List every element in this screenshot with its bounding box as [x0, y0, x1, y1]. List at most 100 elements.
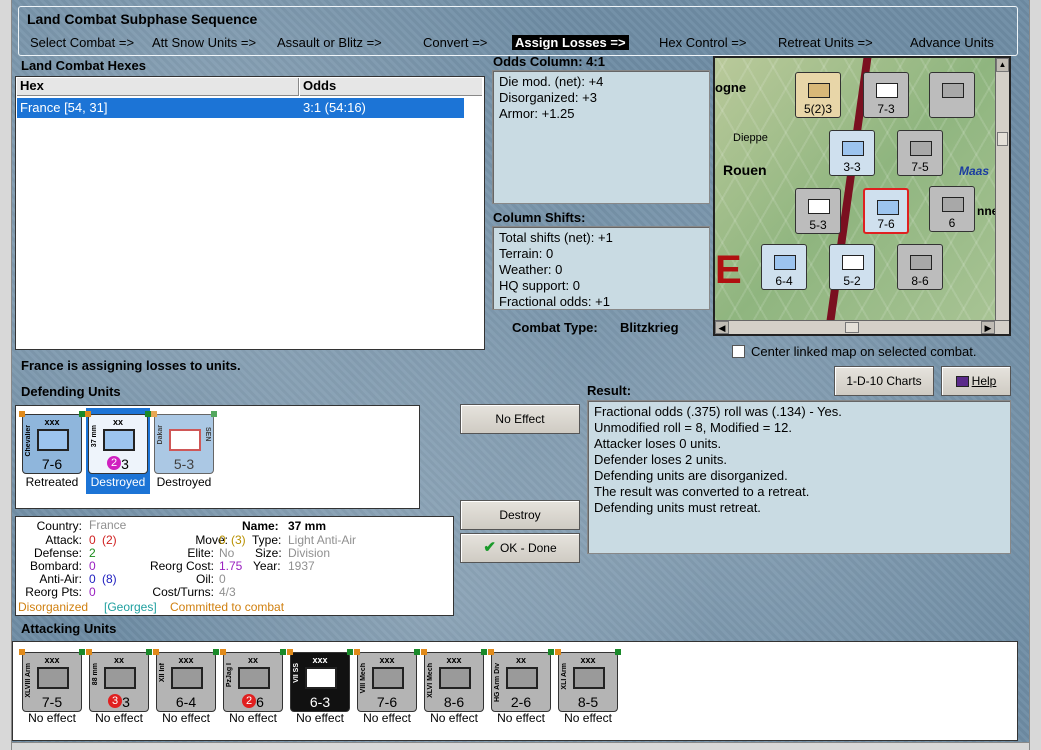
- map-unit[interactable]: 7-5: [897, 130, 943, 176]
- vscroll-thumb[interactable]: [997, 132, 1008, 146]
- subphase-step[interactable]: Assign Losses =>: [512, 35, 629, 50]
- unit-status: No effect: [363, 711, 411, 725]
- unit-counter[interactable]: Dakar SEN 5-3: [151, 411, 217, 474]
- scroll-up-arrow[interactable]: ▲: [996, 58, 1009, 72]
- unit-type-symbol: [37, 429, 69, 451]
- result-title: Result:: [587, 383, 632, 398]
- map-unit[interactable]: 3-3: [829, 130, 875, 176]
- hex-col-header[interactable]: Hex: [17, 78, 299, 96]
- unit-type-symbol: [103, 429, 135, 451]
- subphase-step[interactable]: Hex Control =>: [656, 35, 749, 50]
- unit-name: XLI Arm: [561, 663, 568, 690]
- subphase-step[interactable]: Advance Units: [907, 35, 997, 50]
- map-unit[interactable]: 6: [929, 186, 975, 232]
- attacking-title: Attacking Units: [21, 621, 117, 636]
- unit-counter[interactable]: xx PzJag I62: [220, 649, 286, 712]
- odds-col-header[interactable]: Odds: [300, 78, 482, 96]
- reorg-cost-label: Reorg Cost:: [149, 559, 214, 573]
- unit-strength: 8-6: [443, 694, 465, 710]
- shift-line: Total shifts (net): +1: [499, 230, 613, 245]
- unit-counter[interactable]: xxx XLVIII Arm 7-5: [19, 649, 85, 712]
- unit-name: VII SS: [293, 663, 300, 683]
- scroll-thumb[interactable]: [845, 322, 859, 333]
- year-label: Year:: [253, 559, 281, 573]
- unit-name: Dakar: [157, 425, 164, 445]
- map-unit[interactable]: 7-3: [863, 72, 909, 118]
- attack-label: Attack:: [45, 533, 82, 547]
- odds-line: Die mod. (net): +4: [499, 74, 604, 89]
- map-unit[interactable]: 5-3: [795, 188, 841, 234]
- help-label: Help: [971, 374, 997, 388]
- map-unit[interactable]: [929, 72, 975, 118]
- unit-counter[interactable]: xx HG Arm Div 2-6: [488, 649, 554, 712]
- subphase-steps: Select Combat => Att Snow Units => Assault…: [27, 35, 1017, 53]
- subphase-step[interactable]: Select Combat =>: [27, 35, 137, 50]
- year-value: 1937: [288, 559, 315, 573]
- combat-type-value: Blitzkrieg: [620, 320, 679, 335]
- move-extra: (3): [231, 533, 246, 547]
- bottom-grip: [12, 742, 1029, 750]
- map-unit[interactable]: 5-2: [829, 244, 875, 290]
- hexes-table: Hex Odds France [54, 31] 3:1 (54:16): [15, 76, 485, 350]
- size-label: Size:: [255, 546, 282, 560]
- ok-done-button[interactable]: ✔ OK - Done: [460, 533, 580, 563]
- map-hscrollbar[interactable]: ◀ ▶: [715, 320, 1009, 334]
- subphase-step[interactable]: Convert =>: [420, 35, 490, 50]
- row-odds: 3:1 (54:16): [303, 100, 366, 115]
- unit-type-symbol: [238, 667, 270, 689]
- unit-type-symbol: [573, 667, 605, 689]
- flag-disorganized: Disorganized: [18, 600, 89, 614]
- bombard-value: 0: [89, 559, 96, 573]
- antiair-value: 0: [89, 572, 96, 586]
- unit-type-symbol: [104, 667, 136, 689]
- unit-name: XLVIII Arm: [25, 663, 32, 698]
- map-label-dieppe: Dieppe: [733, 132, 768, 144]
- result-line: Defending units must retreat.: [594, 500, 761, 515]
- name-label: Name:: [242, 519, 279, 533]
- odds-line: Disorganized: +3: [499, 90, 597, 105]
- map-unit[interactable]: 5(2)3: [795, 72, 841, 118]
- unit-counter[interactable]: xx 37 mm 3 2: [85, 411, 151, 474]
- unit-counter[interactable]: xx 88 mm 3 3: [86, 649, 152, 712]
- subphase-step[interactable]: Retreat Units =>: [775, 35, 876, 50]
- cost-turns-label: Cost/Turns:: [152, 585, 214, 599]
- subphase-step[interactable]: Att Snow Units =>: [149, 35, 259, 50]
- no-effect-button[interactable]: No Effect: [460, 404, 580, 434]
- scroll-left-arrow[interactable]: ◀: [715, 321, 729, 334]
- center-map-checkbox[interactable]: [732, 345, 745, 358]
- unit-code: SEN: [204, 427, 211, 442]
- unit-type-symbol: [37, 667, 69, 689]
- unit-counter[interactable]: xxx Chevalier 7-6: [19, 411, 85, 474]
- odds-column-title: Odds Column: 4:1: [493, 54, 605, 69]
- map-unit[interactable]: 6-4: [761, 244, 807, 290]
- unit-type-symbol: [169, 429, 201, 451]
- unit-strength: 7-5: [41, 694, 63, 710]
- unit-type-symbol: [171, 667, 203, 689]
- table-row[interactable]: France [54, 31] 3:1 (54:16): [17, 98, 464, 118]
- unit-counter[interactable]: xxx XLI Arm 8-5: [555, 649, 621, 712]
- mini-map[interactable]: ogne Dieppe Rouen Maas nne E 5(2)3 7-3 3…: [713, 56, 1011, 336]
- row-hex: France [54, 31]: [20, 100, 108, 115]
- center-map-label[interactable]: Center linked map on selected combat.: [751, 344, 976, 359]
- unit-counter[interactable]: xxx XII Inf 6-4: [153, 649, 219, 712]
- destroy-button[interactable]: Destroy: [460, 500, 580, 530]
- unit-counter[interactable]: xxx VIII Mech 7-6: [354, 649, 420, 712]
- map-unit[interactable]: 8-6: [897, 244, 943, 290]
- unit-strength: 2-6: [510, 694, 532, 710]
- defense-value: 2: [89, 546, 96, 560]
- cost-turns-value: 4/3: [219, 585, 236, 599]
- unit-strength: 5-3: [173, 456, 195, 472]
- subphase-step[interactable]: Assault or Blitz =>: [274, 35, 385, 50]
- help-button[interactable]: Help: [941, 366, 1011, 396]
- unit-status: Destroyed: [90, 475, 146, 489]
- antiair-extra: (8): [102, 572, 117, 586]
- charts-button[interactable]: 1-D-10 Charts: [834, 366, 934, 396]
- unit-counter[interactable]: xxx XLVI Mech 8-6: [421, 649, 487, 712]
- reorg-pts-label: Reorg Pts:: [25, 585, 82, 599]
- unit-counter[interactable]: xxx VII SS 6-3: [287, 649, 353, 712]
- bombard-label: Bombard:: [29, 559, 82, 573]
- map-unit-selected[interactable]: 7-6: [863, 188, 909, 234]
- scroll-right-arrow[interactable]: ▶: [981, 321, 995, 334]
- map-vscrollbar[interactable]: ▲: [995, 58, 1009, 320]
- unit-type-symbol: [506, 667, 538, 689]
